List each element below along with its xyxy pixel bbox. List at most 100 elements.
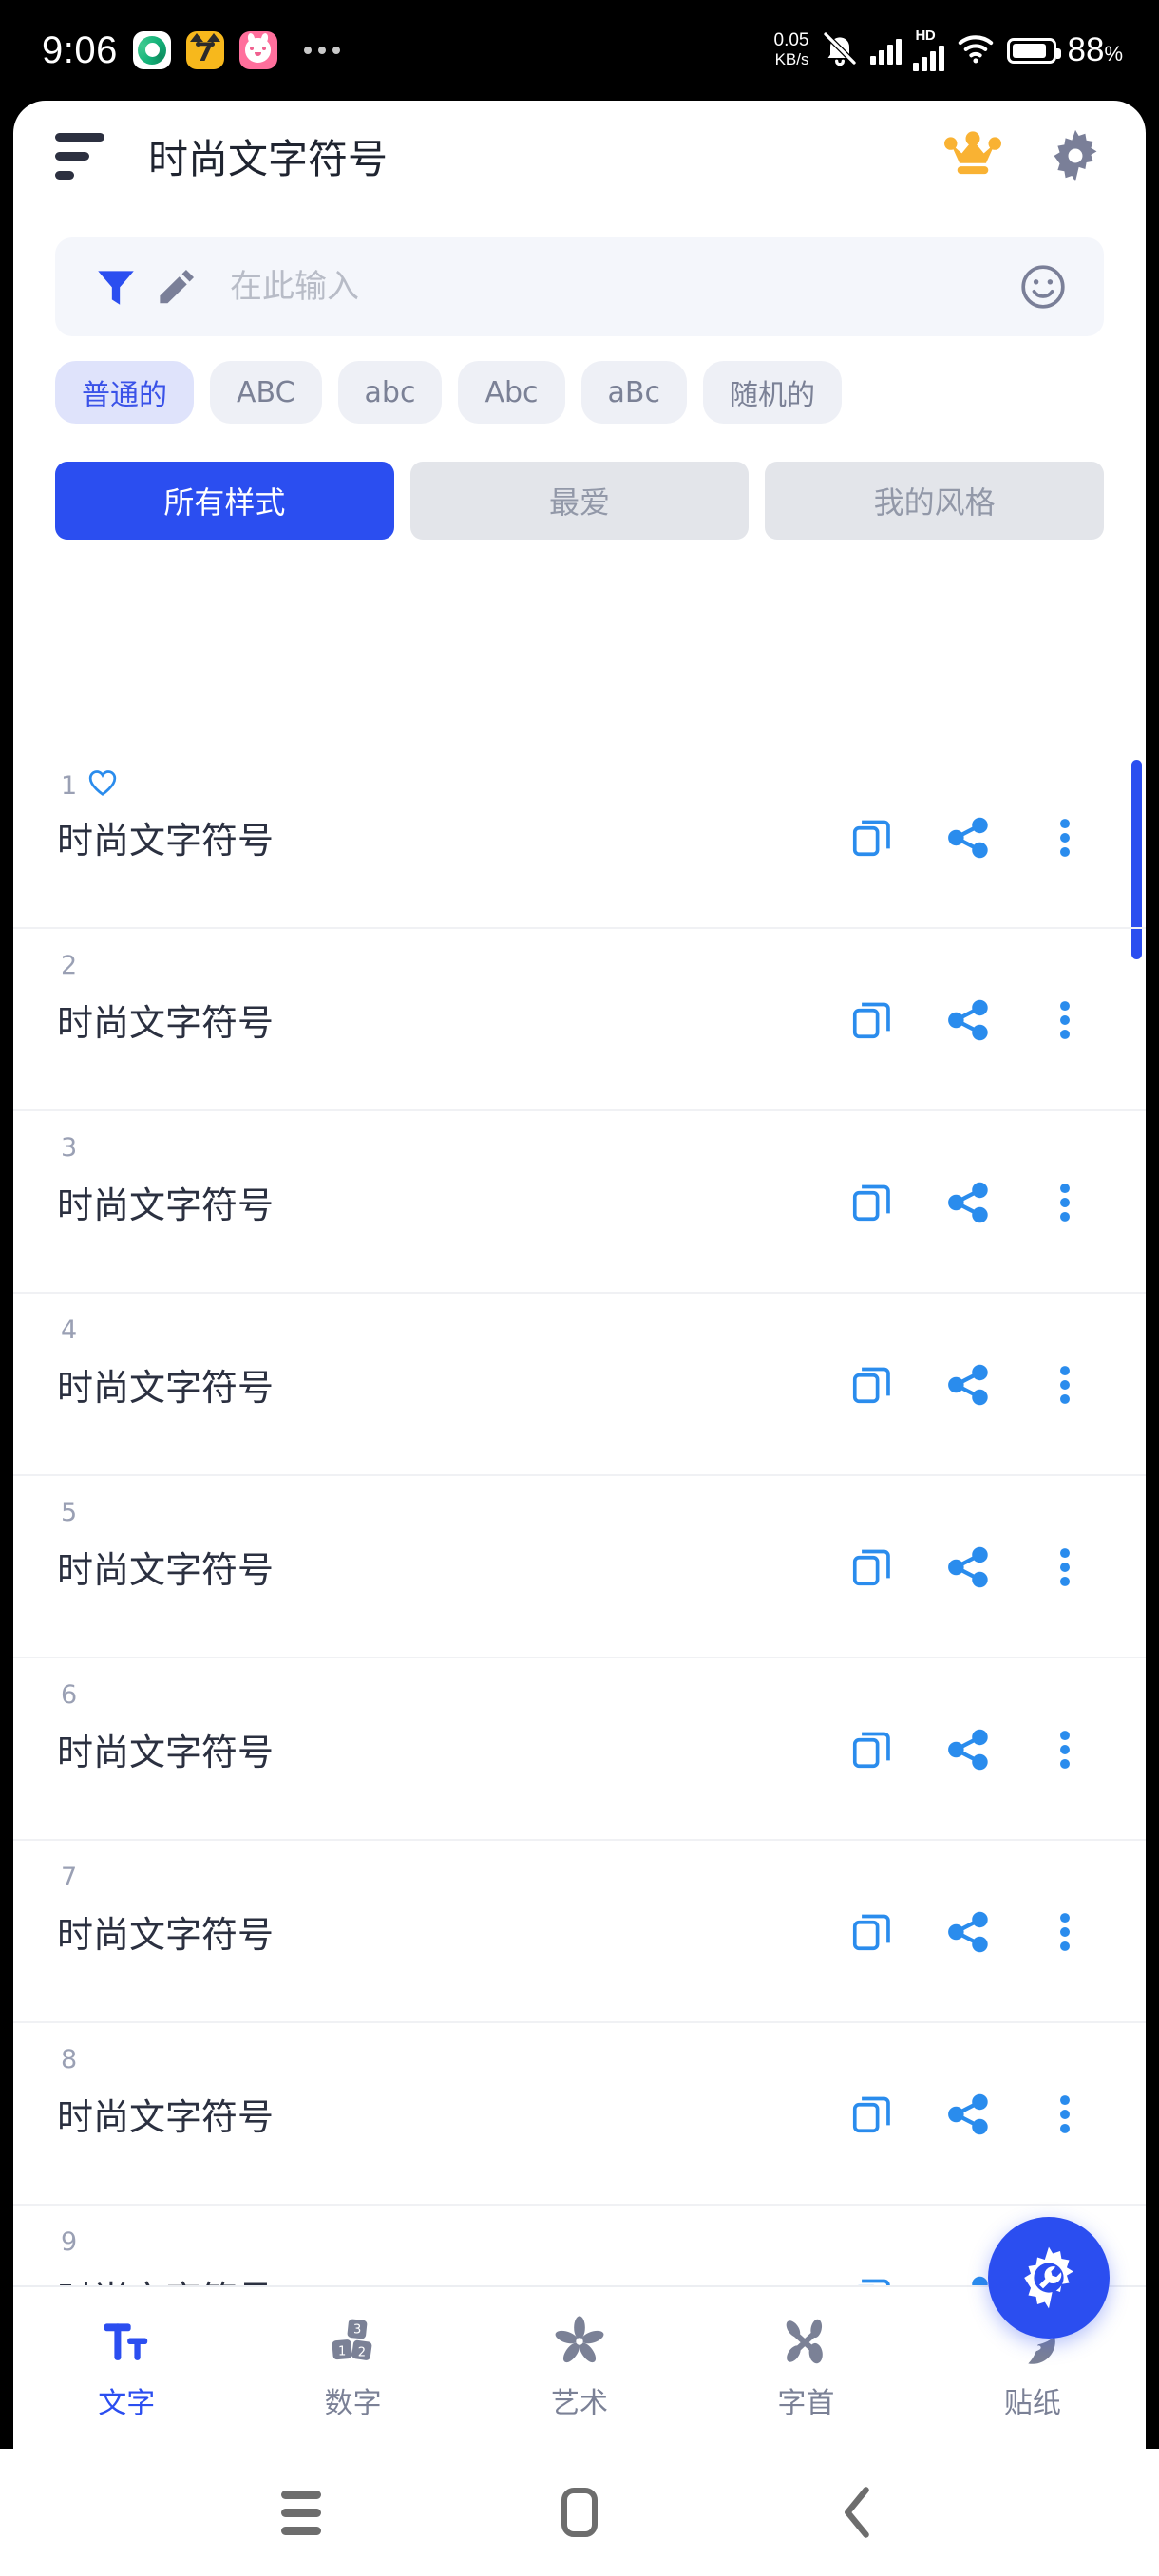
battery-icon	[1006, 37, 1061, 64]
case-chip-row: 普通的 ABC abc Abc aBc 随机的	[13, 336, 1146, 424]
svg-text:1: 1	[338, 2344, 346, 2358]
copy-icon[interactable]	[847, 2093, 895, 2135]
row-actions	[847, 1545, 1102, 1589]
tab-favorites[interactable]: 最爱	[409, 462, 750, 540]
row-index: 7	[61, 1863, 78, 1892]
table-row[interactable]: 2 时尚文字符号	[13, 929, 1146, 1111]
nav-item-art[interactable]: 艺术	[466, 2315, 693, 2421]
row-index: 5	[61, 1498, 78, 1527]
nav-label: 文字	[98, 2387, 156, 2420]
table-row[interactable]: 8 时尚文字符号	[13, 2023, 1146, 2206]
gear-wrench-icon[interactable]	[988, 2217, 1110, 2339]
bottom-nav: 文字 3 1 2 数字 艺术 字首 贴纸	[13, 2285, 1146, 2449]
row-index: 6	[61, 1680, 78, 1710]
wifi-icon	[956, 32, 996, 69]
nav-item-numbers[interactable]: 3 1 2 数字	[239, 2315, 466, 2421]
more-vertical-icon[interactable]	[1041, 998, 1089, 1042]
nav-label: 艺术	[551, 2387, 609, 2420]
chip-mixed[interactable]: aBc	[580, 361, 687, 424]
row-index: 4	[61, 1316, 78, 1345]
row-text: 时尚文字符号	[57, 1002, 275, 1044]
recents-icon[interactable]	[258, 2470, 344, 2555]
gear-icon[interactable]	[1041, 122, 1110, 190]
share-icon[interactable]	[944, 1545, 992, 1589]
table-row[interactable]: 5 时尚文字符号	[13, 1476, 1146, 1658]
more-vertical-icon[interactable]	[1041, 1181, 1089, 1224]
row-actions	[847, 2093, 1102, 2136]
android-nav-bar	[0, 2449, 1159, 2576]
nav-label: 数字	[324, 2387, 382, 2420]
yellow-cat-seven-app-icon: 7	[185, 31, 224, 69]
battery-percent-label: 88%	[1067, 31, 1124, 68]
more-vertical-icon[interactable]	[1041, 1910, 1089, 1954]
row-text: 时尚文字符号	[57, 1732, 275, 1773]
table-row[interactable]: 1 时尚文字符号	[13, 747, 1146, 929]
row-body: 时尚文字符号	[57, 2088, 1102, 2140]
nav-item-text[interactable]: 文字	[13, 2315, 239, 2421]
pencil-icon[interactable]	[146, 265, 207, 309]
row-actions	[847, 1363, 1102, 1407]
chip-normal[interactable]: 普通的	[55, 361, 194, 424]
heart-icon[interactable]	[86, 768, 119, 804]
table-row[interactable]: 3 时尚文字符号	[13, 1111, 1146, 1294]
row-body: 时尚文字符号	[57, 1905, 1102, 1958]
share-icon[interactable]	[944, 1728, 992, 1771]
copy-icon[interactable]	[847, 1546, 895, 1588]
row-index: 9	[61, 2227, 78, 2257]
share-icon[interactable]	[944, 2093, 992, 2136]
more-vertical-icon[interactable]	[1041, 1728, 1089, 1771]
copy-icon[interactable]	[847, 1364, 895, 1406]
page-title: 时尚文字符号	[148, 135, 389, 182]
table-row[interactable]: 6 时尚文字符号	[13, 1658, 1146, 1841]
table-row[interactable]: 7 时尚文字符号	[13, 1841, 1146, 2023]
share-icon[interactable]	[944, 1181, 992, 1224]
funnel-filter-icon[interactable]	[86, 263, 146, 311]
share-icon[interactable]	[944, 1363, 992, 1407]
home-icon[interactable]	[537, 2470, 622, 2555]
copy-icon[interactable]	[847, 1729, 895, 1771]
chip-random[interactable]: 随机的	[702, 361, 842, 424]
row-text: 时尚文字符号	[57, 1184, 275, 1226]
sort-lines-icon[interactable]	[55, 132, 104, 180]
share-icon[interactable]	[944, 816, 992, 860]
status-bar: 9:06 7 0.05 KB/s HD 88%	[0, 0, 1159, 101]
tab-my-styles[interactable]: 我的风格	[765, 462, 1105, 540]
status-bar-left: 9:06 7	[42, 29, 340, 72]
row-body: 时尚文字符号	[57, 811, 1102, 863]
chip-lower[interactable]: abc	[337, 361, 443, 424]
row-text: 时尚文字符号	[57, 2096, 275, 2138]
search-bar[interactable]	[55, 237, 1104, 336]
share-icon[interactable]	[944, 998, 992, 1042]
smiley-face-icon[interactable]	[1013, 262, 1074, 312]
row-body: 时尚文字符号	[57, 1358, 1102, 1411]
style-list[interactable]: 1 时尚文字符号 2 时尚文字符号 3 时尚文字符号 4 时尚文字符号 5 时尚…	[13, 747, 1146, 2384]
copy-icon[interactable]	[847, 817, 895, 859]
table-row[interactable]: 4 时尚文字符号	[13, 1294, 1146, 1476]
pink-bunny-app-icon	[238, 31, 277, 69]
more-vertical-icon[interactable]	[1041, 816, 1089, 860]
copy-icon[interactable]	[847, 1182, 895, 1223]
row-actions	[847, 1181, 1102, 1224]
row-body: 时尚文字符号	[57, 994, 1102, 1046]
chip-upper[interactable]: ABC	[210, 361, 322, 424]
more-vertical-icon[interactable]	[1041, 1363, 1089, 1407]
more-vertical-icon[interactable]	[1041, 1545, 1089, 1589]
tab-all-styles[interactable]: 所有样式	[55, 462, 394, 540]
copy-icon[interactable]	[847, 1911, 895, 1953]
row-body: 时尚文字符号	[57, 1723, 1102, 1775]
share-icon[interactable]	[944, 1910, 992, 1954]
row-text: 时尚文字符号	[57, 1549, 275, 1591]
phone-screen: 9:06 7 0.05 KB/s HD 88% 时尚文字符号 在此输入 普通的 …	[0, 0, 1159, 2576]
row-body: 时尚文字符号	[57, 1176, 1102, 1228]
svg-text:3: 3	[353, 2322, 361, 2337]
copy-icon[interactable]	[847, 999, 895, 1041]
row-actions	[847, 1910, 1102, 1954]
search-input[interactable]	[230, 268, 1013, 306]
more-vertical-icon[interactable]	[1041, 2093, 1089, 2136]
status-bar-clock: 9:06	[42, 28, 118, 71]
row-index: 2	[61, 951, 78, 980]
nav-item-monogram[interactable]: 字首	[693, 2315, 919, 2421]
crown-icon[interactable]	[939, 122, 1007, 190]
back-icon[interactable]	[815, 2470, 901, 2555]
chip-title[interactable]: Abc	[458, 361, 565, 424]
